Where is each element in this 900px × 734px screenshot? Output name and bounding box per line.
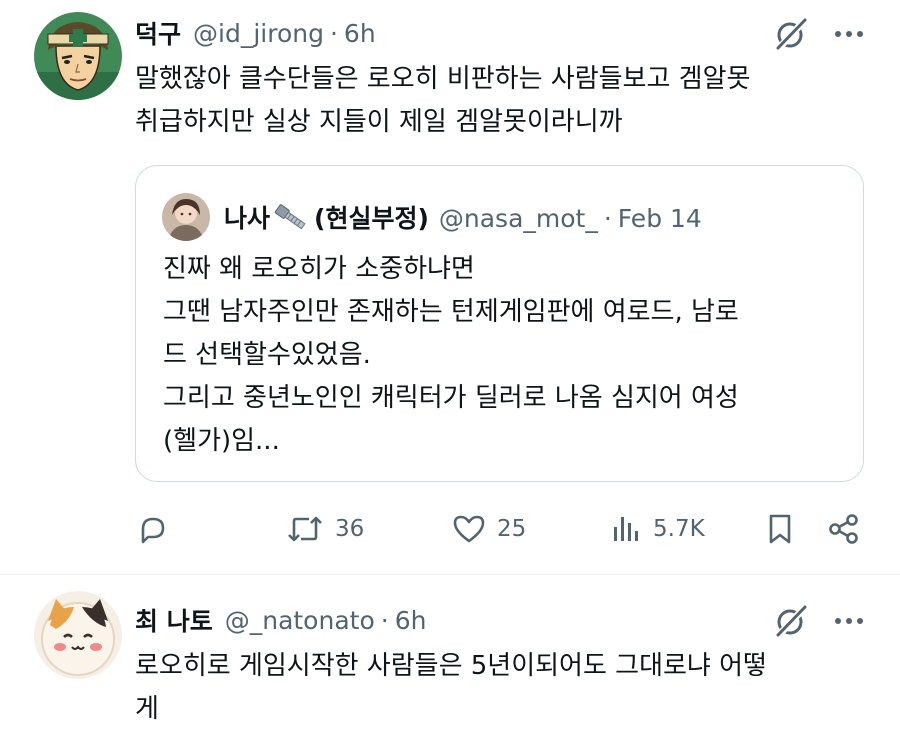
heart-icon: [451, 512, 487, 546]
bookmark-icon: [765, 512, 795, 546]
grok-icon[interactable]: [774, 604, 808, 638]
timestamp[interactable]: 6h: [344, 19, 376, 48]
bolt-emoji-icon: [272, 203, 308, 237]
author-meta: @_natonato · 6h: [225, 606, 427, 635]
quoted-text: 진짜 왜 로오히가 소중하냐면 그땐 남자주인만 존재하는 턴제게임판에 여로드…: [163, 248, 739, 463]
author-handle[interactable]: @id_jirong: [193, 19, 324, 48]
quoted-meta: @nasa_mot_ · Feb 14: [439, 204, 702, 233]
grok-icon[interactable]: [774, 17, 808, 51]
tweet-header: 덕구 @id_jirong · 6h: [135, 14, 376, 52]
author-name[interactable]: 최 나토: [135, 602, 213, 638]
quoted-header: 나사 (현실부정) @nasa_mot_ · Feb 14: [224, 198, 702, 238]
quoted-text-line: 그리고 중년노인인 캐릭터가 딜러로 나옴 심지어 여성: [163, 383, 739, 413]
tweet-text: 말했잖아 클수단들은 로오히 비판하는 사람들보고 겜알못 취급하지만 실상 지…: [135, 58, 855, 144]
quoted-handle[interactable]: @nasa_mot_: [439, 204, 598, 233]
share-icon: [827, 512, 861, 546]
timestamp[interactable]: 6h: [395, 606, 427, 635]
views-button[interactable]: 5.7K: [609, 505, 705, 553]
quoted-tweet[interactable]: 나사 (현실부정) @nasa_mot_ · Feb 14 진짜 왜 로오히가 소중…: [135, 165, 864, 482]
quoted-author-name-text: 나사: [224, 204, 271, 233]
quoted-date[interactable]: Feb 14: [618, 204, 702, 233]
reply-icon: [135, 512, 169, 546]
quoted-text-line: 그땐 남자주인만 존재하는 턴제게임판에 여로드, 남로: [163, 297, 739, 327]
more-options-icon[interactable]: [832, 604, 866, 638]
tweet[interactable]: 덕구 @id_jirong · 6h 말했잖아 클수단들은 로오히 비판하는 사람들…: [0, 0, 900, 574]
meta-separator: ·: [380, 605, 389, 635]
quoted-author-name-suffix: (현실부정): [314, 204, 429, 233]
meta-separator: ·: [329, 18, 338, 48]
avatar[interactable]: [34, 591, 122, 679]
author-name[interactable]: 덕구: [135, 15, 181, 51]
tweet-text-line: 게: [135, 694, 159, 724]
tweet-text-line: 로오히로 게임시작한 사람들은 5년이되어도 그대로냐 어떻: [135, 651, 767, 681]
meta-separator: ·: [603, 203, 612, 233]
avatar[interactable]: [34, 12, 122, 100]
tweet-text-line: 취급하지만 실상 지들이 제일 겜알못이라니까: [135, 107, 623, 137]
share-button[interactable]: [827, 505, 861, 553]
quoted-text-line: 진짜 왜 로오히가 소중하냐면: [163, 254, 475, 284]
retweet-button[interactable]: 36: [285, 505, 364, 553]
views-icon: [609, 512, 643, 546]
author-handle[interactable]: @_natonato: [225, 606, 375, 635]
views-count: 5.7K: [653, 516, 705, 542]
tweet-text-line: 말했잖아 클수단들은 로오히 비판하는 사람들보고 겜알못: [135, 64, 751, 94]
quoted-author-name[interactable]: 나사 (현실부정): [224, 199, 429, 237]
action-bar: 36 25 5.7K: [135, 505, 865, 553]
like-count: 25: [497, 516, 527, 542]
tweet-text: 로오히로 게임시작한 사람들은 5년이되어도 그대로냐 어떻 게: [135, 645, 855, 731]
author-meta: @id_jirong · 6h: [193, 19, 376, 48]
retweet-icon: [285, 512, 325, 546]
reply-button[interactable]: [135, 505, 169, 553]
tweet[interactable]: 최 나토 @_natonato · 6h 로오히로 게임시작한 사람들은 5년이되어…: [0, 575, 900, 734]
tweet-header: 최 나토 @_natonato · 6h: [135, 601, 426, 639]
like-button[interactable]: 25: [451, 505, 526, 553]
bookmark-button[interactable]: [765, 505, 795, 553]
more-options-icon[interactable]: [832, 17, 866, 51]
quoted-avatar[interactable]: [162, 193, 210, 241]
retweet-count: 36: [335, 516, 365, 542]
quoted-text-line: 드 선택할수있었음.: [163, 340, 371, 370]
quoted-text-line: (헬가)임...: [163, 426, 280, 456]
